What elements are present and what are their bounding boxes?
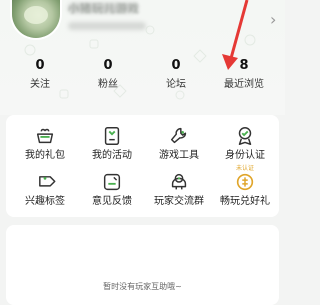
stat-fans-label: 粉丝 bbox=[98, 79, 118, 90]
grid-item-label: 意见反馈 bbox=[92, 196, 132, 207]
stat-following-value: 0 bbox=[35, 58, 45, 73]
feature-grid-card: 我的礼包 我的活动 游戏工具 身份认证 未认证 兴趣标签 意见反馈 玩家交流群 … bbox=[6, 115, 279, 217]
stat-forum[interactable]: 0 论坛 bbox=[146, 58, 206, 91]
grid-item-player-group[interactable]: 玩家交流群 bbox=[149, 171, 209, 208]
mutual-help-card bbox=[6, 225, 279, 305]
stat-recent[interactable]: 8 最近浏览 bbox=[214, 58, 274, 91]
gift-basket-icon bbox=[36, 128, 54, 144]
empty-message: 暂时没有玩家互助哦~ bbox=[103, 282, 182, 291]
stat-recent-value: 8 bbox=[239, 58, 249, 73]
grid-item-game-tools[interactable]: 游戏工具 bbox=[149, 125, 209, 162]
grid-item-my-activities[interactable]: 我的活动 bbox=[82, 125, 142, 162]
user-subtitle bbox=[68, 22, 146, 30]
stats-row: 0 关注 0 粉丝 0 论坛 8 最近浏览 bbox=[0, 58, 285, 98]
feedback-edit-icon bbox=[103, 173, 121, 191]
grid-item-label: 我的礼包 bbox=[25, 150, 65, 161]
grid-item-identity-verification[interactable]: 身份认证 未认证 bbox=[215, 125, 275, 172]
stat-forum-value: 0 bbox=[171, 58, 181, 73]
stat-following-label: 关注 bbox=[30, 79, 50, 90]
stat-forum-label: 论坛 bbox=[166, 79, 186, 90]
grid-item-label: 玩家交流群 bbox=[154, 196, 204, 207]
profile-header: 小猪玩儿游戏 › 0 关注 0 粉丝 0 论坛 8 最近浏览 bbox=[0, 0, 285, 115]
group-chat-icon bbox=[171, 173, 187, 190]
grid-item-label: 身份认证 bbox=[225, 150, 265, 161]
stat-fans-value: 0 bbox=[103, 58, 113, 73]
grid-item-redeem-gifts[interactable]: 畅玩兑好礼 bbox=[215, 171, 275, 208]
grid-item-feedback[interactable]: 意见反馈 bbox=[82, 171, 142, 208]
grid-item-interest-tags[interactable]: 兴趣标签 bbox=[15, 171, 75, 208]
stat-fans[interactable]: 0 粉丝 bbox=[78, 58, 138, 91]
coin-icon bbox=[236, 173, 254, 191]
chevron-right-icon[interactable]: › bbox=[270, 10, 276, 29]
stat-following[interactable]: 0 关注 bbox=[10, 58, 70, 91]
badge-person-icon bbox=[238, 127, 252, 145]
grid-item-label: 畅玩兑好礼 bbox=[220, 196, 270, 207]
grid-item-label: 兴趣标签 bbox=[25, 196, 65, 207]
bookmark-icon bbox=[104, 127, 120, 145]
grid-item-label: 我的活动 bbox=[92, 150, 132, 161]
username[interactable]: 小猪玩儿游戏 bbox=[68, 0, 140, 16]
grid-item-label: 游戏工具 bbox=[159, 150, 199, 161]
grid-item-my-gifts[interactable]: 我的礼包 bbox=[15, 125, 75, 162]
tag-icon bbox=[39, 176, 56, 187]
wrench-icon bbox=[170, 127, 187, 144]
stat-recent-label: 最近浏览 bbox=[224, 79, 264, 90]
